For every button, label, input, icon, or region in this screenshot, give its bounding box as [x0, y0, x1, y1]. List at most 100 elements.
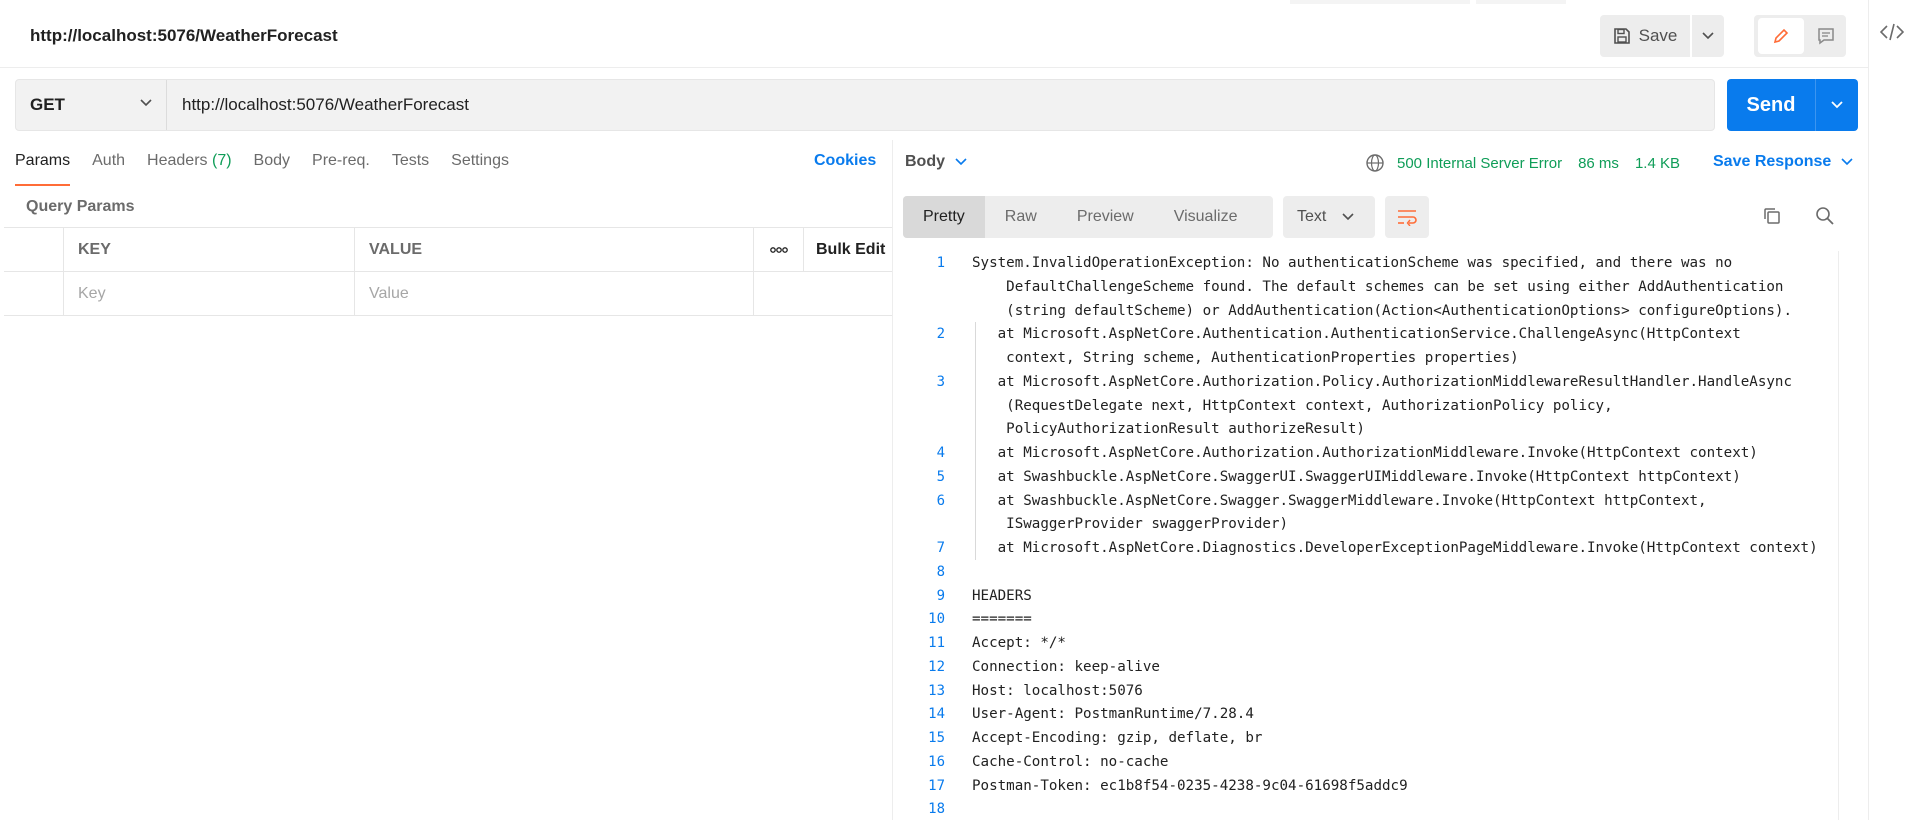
save-label: Save	[1638, 26, 1678, 45]
send-button[interactable]: Send	[1727, 79, 1815, 131]
line-number: 15	[928, 730, 945, 746]
tab-params[interactable]: Params	[15, 152, 71, 186]
headers-count: (7)	[211, 152, 232, 169]
code-text: Postman-Token: ec1b8f54-0235-4238-9c04-6…	[972, 777, 1408, 794]
query-params-table: KEY VALUE Bulk Edit Key Value	[4, 227, 892, 316]
cookies-link[interactable]: Cookies	[814, 152, 876, 170]
chevron-down-icon	[1831, 101, 1843, 109]
response-time[interactable]: 86 ms	[1578, 155, 1619, 172]
line-number: 9	[936, 587, 945, 604]
edit-mode-button[interactable]	[1758, 18, 1804, 54]
tab-tests[interactable]: Tests	[392, 152, 429, 186]
tab-preview[interactable]: Preview	[1057, 196, 1154, 238]
column-options-button[interactable]	[754, 228, 804, 272]
line-number: 1	[936, 255, 945, 271]
save-response-button[interactable]: Save Response	[1713, 153, 1853, 171]
row-checkbox-cell	[4, 272, 64, 316]
response-body-code[interactable]: 1 System.InvalidOperationException: No au…	[903, 251, 1838, 820]
line-number: 18	[928, 801, 945, 818]
globe-icon[interactable]	[1365, 153, 1385, 173]
tab-label: Pre-req.	[312, 152, 370, 169]
save-options-button[interactable]	[1692, 15, 1724, 57]
url-input[interactable]: http://localhost:5076/WeatherForecast	[182, 95, 469, 115]
save-group: Save	[1600, 15, 1724, 57]
key-input[interactable]: Key	[64, 272, 355, 316]
code-text: System.InvalidOperationException: No aut…	[972, 255, 1733, 271]
line-number: 3	[936, 373, 945, 390]
query-params-label: Query Params	[26, 198, 135, 215]
indent-guide	[975, 441, 976, 465]
line-number: 10	[928, 611, 945, 628]
tab-settings[interactable]: Settings	[451, 152, 509, 186]
comment-icon	[1818, 28, 1834, 45]
method-select[interactable]: GET	[16, 80, 167, 130]
request-title-bar: http://localhost:5076/WeatherForecast Sa…	[0, 4, 1868, 68]
table-header-row: KEY VALUE Bulk Edit	[4, 228, 892, 272]
mode-toggle	[1754, 15, 1846, 57]
code-text: at Microsoft.AspNetCore.Authentication.A…	[972, 326, 1741, 343]
copy-icon	[1764, 208, 1780, 224]
code-text: User-Agent: PostmanRuntime/7.28.4	[972, 706, 1254, 723]
response-view-tabs: Pretty Raw Preview Visualize	[903, 196, 1273, 238]
tab-label: Auth	[92, 152, 126, 169]
code-text: context, String scheme, AuthenticationPr…	[972, 350, 1519, 366]
scrollbar[interactable]	[1838, 251, 1856, 820]
line-number: 6	[936, 492, 945, 509]
code-text: at Swashbuckle.AspNetCore.SwaggerUI.Swag…	[972, 468, 1741, 485]
save-icon	[1613, 28, 1630, 44]
send-options-button[interactable]	[1815, 79, 1858, 131]
indent-guide	[975, 488, 976, 536]
table-row: Key Value	[4, 272, 892, 316]
code-text: DefaultChallengeScheme found. The defaul…	[972, 278, 1784, 295]
indent-guide	[975, 322, 976, 370]
comment-mode-button[interactable]	[1808, 18, 1844, 54]
line-number: 13	[928, 682, 945, 699]
save-button[interactable]: Save	[1600, 15, 1690, 57]
line-number: 4	[936, 445, 945, 461]
request-title[interactable]: http://localhost:5076/WeatherForecast	[30, 26, 338, 46]
tab-body[interactable]: Body	[254, 152, 290, 186]
chevron-down-icon	[1342, 213, 1354, 221]
line-number: 7	[936, 540, 945, 556]
line-number: 5	[936, 468, 945, 485]
line-number: 16	[928, 753, 945, 770]
status-badge[interactable]: 500 Internal Server Error	[1397, 155, 1562, 172]
code-text: Host: localhost:5076	[972, 682, 1143, 699]
indent-guide	[975, 464, 976, 489]
code-snippet-button[interactable]	[1879, 22, 1905, 47]
right-sidebar	[1868, 0, 1920, 820]
chevron-down-icon	[1702, 32, 1714, 40]
search-button[interactable]	[1815, 206, 1835, 231]
pane-divider[interactable]	[892, 140, 893, 820]
format-select[interactable]: Text	[1283, 196, 1375, 238]
checkbox-column	[4, 228, 64, 272]
response-meta: 500 Internal Server Error 86 ms 1.4 KB	[1365, 153, 1696, 173]
row-spacer	[754, 272, 892, 316]
save-response-label: Save Response	[1713, 153, 1832, 170]
code-text: Accept: */*	[972, 635, 1066, 651]
code-text: HEADERS	[972, 587, 1032, 604]
send-group: Send	[1727, 79, 1858, 131]
wrap-lines-button[interactable]	[1385, 196, 1429, 238]
tab-pretty[interactable]: Pretty	[903, 196, 985, 238]
method-value: GET	[30, 95, 65, 114]
response-body-dropdown[interactable]: Body	[905, 153, 967, 171]
tab-label: Settings	[451, 152, 509, 169]
tab-label: Tests	[391, 152, 430, 169]
tab-pre-request[interactable]: Pre-req.	[312, 152, 370, 186]
code-text: at Microsoft.AspNetCore.Authorization.Po…	[972, 373, 1792, 390]
tab-raw[interactable]: Raw	[985, 196, 1057, 238]
pencil-icon	[1773, 28, 1789, 44]
value-input[interactable]: Value	[355, 272, 754, 316]
tab-headers[interactable]: Headers (7)	[147, 152, 232, 186]
chevron-down-icon	[1841, 158, 1853, 166]
code-text: at Swashbuckle.AspNetCore.Swagger.Swagge…	[972, 492, 1707, 509]
copy-button[interactable]	[1762, 206, 1782, 231]
code-text: at Microsoft.AspNetCore.Diagnostics.Deve…	[972, 540, 1818, 556]
request-tabs: Params Auth Headers (7) Body Pre-req. Te…	[15, 152, 531, 186]
tab-visualize[interactable]: Visualize	[1154, 196, 1258, 238]
chevron-down-icon	[140, 99, 152, 107]
response-size[interactable]: 1.4 KB	[1635, 155, 1680, 172]
tab-auth[interactable]: Auth	[92, 152, 125, 186]
bulk-edit-button[interactable]: Bulk Edit	[804, 228, 892, 272]
